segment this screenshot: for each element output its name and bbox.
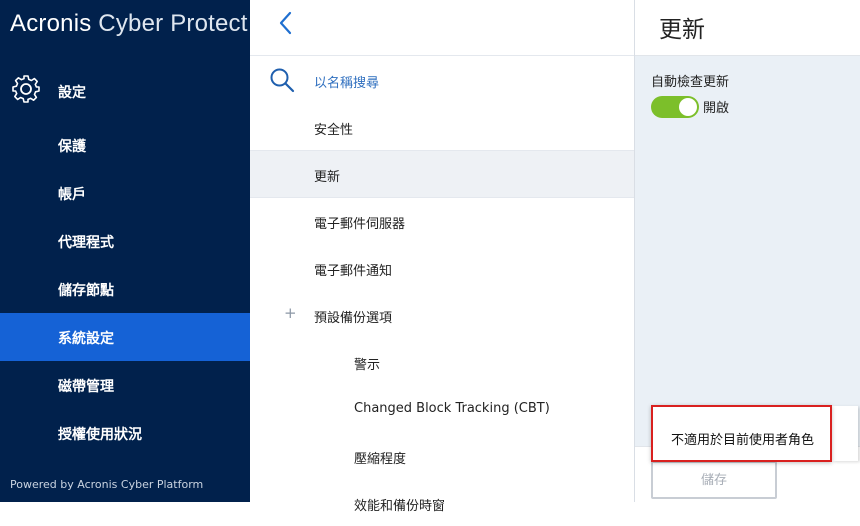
sidebar: Acronis Cyber Protect 設定 保護 帳戶 代理程式 儲存節點… — [0, 0, 250, 502]
list-item-alerts[interactable]: 警示 — [250, 339, 634, 385]
list-item-cbt[interactable]: Changed Block Tracking (CBT) — [250, 386, 634, 432]
tooltip-text: 不適用於目前使用者角色 — [671, 433, 815, 448]
sidebar-item-license-usage[interactable]: 授權使用狀況 — [0, 409, 250, 457]
sidebar-item-accounts[interactable]: 帳戶 — [0, 169, 250, 217]
list-item-compression-level[interactable]: 壓縮程度 — [250, 433, 634, 479]
list-item-label: 警示 — [354, 358, 381, 373]
sidebar-item-label: 授權使用狀況 — [58, 427, 142, 443]
brand-name-secondary: Cyber Protect — [91, 10, 248, 37]
list-item-label: 壓縮程度 — [354, 452, 407, 467]
list-item-security[interactable]: 安全性 — [250, 104, 634, 150]
gear-icon — [12, 75, 40, 103]
list-item-performance-backup-window[interactable]: 效能和備份時窗 — [250, 480, 634, 526]
auto-update-toggle[interactable] — [651, 96, 699, 118]
list-item-label: 預設備份選項 — [314, 311, 393, 326]
list-item-label: 電子郵件通知 — [314, 264, 393, 279]
search-icon — [270, 68, 295, 93]
sidebar-item-storage-nodes[interactable]: 儲存節點 — [0, 265, 250, 313]
list-item-label: 電子郵件伺服器 — [314, 217, 406, 232]
toggle-state-label: 開啟 — [703, 101, 730, 116]
sidebar-item-label: 磁帶管理 — [58, 379, 114, 395]
toggle-knob — [679, 98, 697, 116]
search-placeholder: 以名稱搜尋 — [314, 76, 380, 91]
expand-icon[interactable]: + — [284, 304, 297, 322]
powered-by-text: Powered by Acronis Cyber Platform — [10, 478, 204, 491]
list-item-label: Changed Block Tracking (CBT) — [354, 401, 550, 416]
sidebar-item-label: 帳戶 — [58, 187, 86, 203]
sidebar-item-system-settings[interactable]: 系統設定 — [0, 313, 250, 361]
sidebar-item-label: 代理程式 — [58, 235, 114, 251]
back-arrow-icon[interactable] — [278, 10, 294, 36]
sidebar-settings-label: 設定 — [58, 85, 86, 101]
list-item-label: 效能和備份時窗 — [354, 499, 446, 514]
role-restriction-tooltip: 不適用於目前使用者角色 — [651, 405, 832, 462]
details-header: 更新 — [635, 0, 860, 56]
list-item-email-notifications[interactable]: 電子郵件通知 — [250, 245, 634, 291]
sidebar-item-agents[interactable]: 代理程式 — [0, 217, 250, 265]
list-item-email-server[interactable]: 電子郵件伺服器 — [250, 198, 634, 244]
sidebar-item-label: 保護 — [58, 139, 86, 155]
tooltip-tail — [832, 406, 858, 461]
list-item-label: 更新 — [314, 170, 341, 185]
list-item-label: 安全性 — [314, 123, 354, 138]
settings-list-panel: 以名稱搜尋 安全性 更新 電子郵件伺服器 電子郵件通知 + 預設備份選項 警示 … — [250, 0, 634, 514]
search-input[interactable]: 以名稱搜尋 — [250, 56, 634, 102]
brand-logo: Acronis Cyber Protect — [10, 10, 248, 38]
sidebar-item-label: 系統設定 — [58, 331, 114, 347]
list-item-default-backup-options[interactable]: + 預設備份選項 — [250, 292, 634, 338]
brand-name-primary: Acronis — [10, 10, 92, 37]
page-title: 更新 — [659, 17, 705, 43]
sidebar-item-protection[interactable]: 保護 — [0, 121, 250, 169]
save-button[interactable]: 儲存 — [651, 461, 777, 499]
auto-check-updates-label: 自動檢查更新 — [651, 75, 730, 90]
sidebar-item-tape-management[interactable]: 磁帶管理 — [0, 361, 250, 409]
sidebar-settings-header[interactable]: 設定 — [0, 66, 250, 112]
sidebar-item-label: 儲存節點 — [58, 283, 114, 299]
list-item-updates[interactable]: 更新 — [250, 151, 634, 197]
